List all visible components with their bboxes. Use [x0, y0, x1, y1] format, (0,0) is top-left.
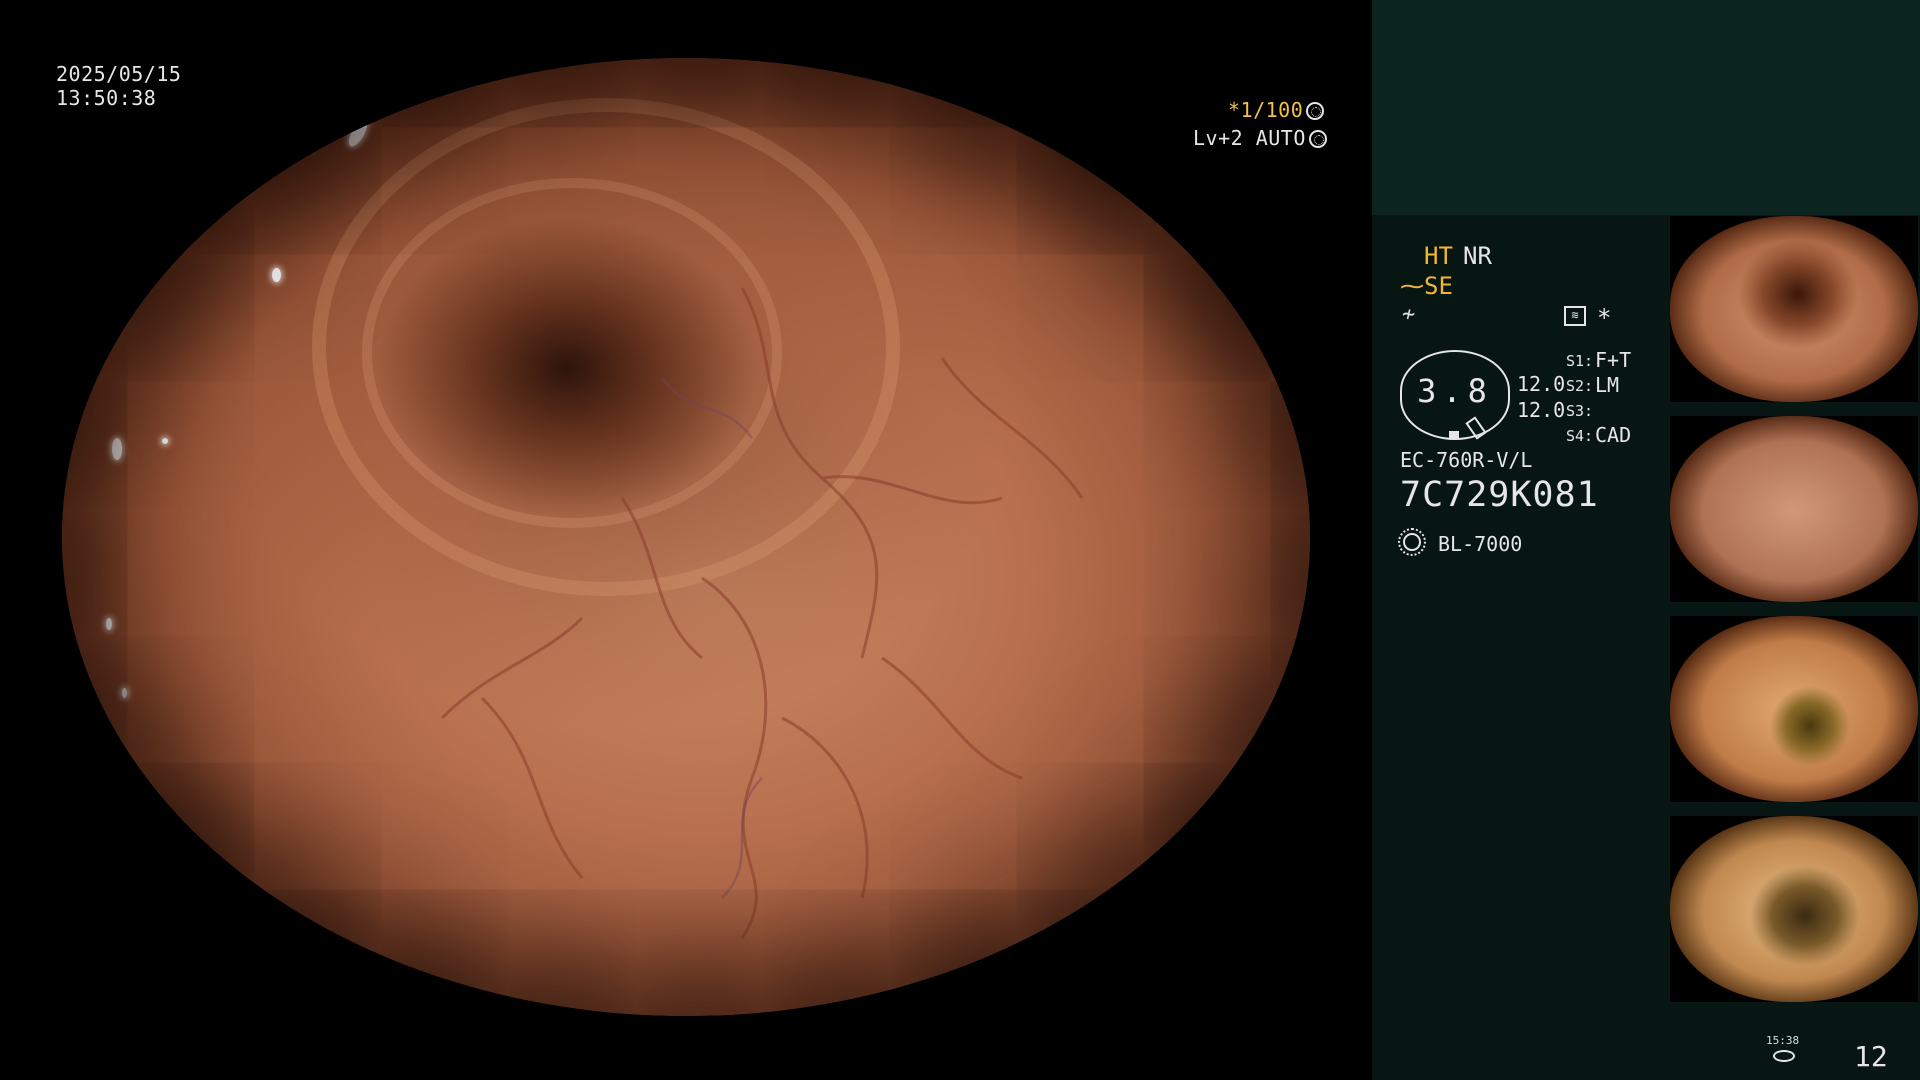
switch-key-4: S4: — [1566, 427, 1594, 445]
zoom-value: 3.8 — [1417, 372, 1493, 410]
se-label: SE — [1424, 272, 1453, 300]
image-count: 12 — [1854, 1040, 1888, 1073]
mucosal-fold — [312, 98, 900, 596]
endoscope-main-view: 2025/05/15 13:50:38 *1/100 Lv+2 AUTO — [0, 0, 1372, 1080]
captured-thumbnail-1[interactable] — [1670, 216, 1918, 402]
mucosal-fold — [362, 178, 782, 528]
asterisk-icon: * — [1597, 304, 1612, 332]
iris-icon — [1308, 130, 1327, 148]
ht-indicator: HT — [1424, 242, 1453, 270]
captured-thumbnail-3[interactable] — [1670, 616, 1918, 802]
zoom-value-2: 12.0 — [1517, 398, 1566, 422]
light-reflection — [112, 438, 122, 460]
light-reflection — [106, 618, 112, 630]
thumbnail-image — [1670, 616, 1918, 802]
nr-indicator: NR — [1463, 242, 1492, 270]
switch-key-2: S2: — [1566, 377, 1594, 395]
function-icon: ≁ — [1402, 302, 1416, 327]
captured-thumbnail-4[interactable] — [1670, 816, 1918, 1002]
captured-thumbnail-2[interactable] — [1670, 416, 1918, 602]
light-reflection — [422, 78, 430, 86]
thumbnail-image — [1670, 416, 1918, 602]
aperture-icon — [1306, 102, 1325, 120]
shutter-label: *1/100 — [1228, 98, 1304, 122]
light-source-model: BL-7000 — [1438, 532, 1523, 556]
light-reflection — [482, 68, 489, 75]
light-reflection — [122, 688, 127, 698]
switch-value-2: LM — [1595, 373, 1620, 397]
vessel-network — [440, 287, 1084, 939]
scope-model: EC-760R-V/L — [1400, 448, 1533, 472]
brightness-level: Lv+2 AUTO — [1193, 126, 1327, 150]
scope-serial: 7C729K081 — [1400, 475, 1599, 515]
shutter-speed: *1/100 — [1228, 98, 1325, 122]
disk-icon — [1773, 1050, 1795, 1062]
level-label: Lv+2 AUTO — [1193, 126, 1306, 150]
light-reflection — [272, 268, 281, 282]
exam-time: 13:50:38 — [56, 86, 157, 110]
switch-key-3: S3: — [1566, 402, 1594, 420]
switch-value-4: CAD — [1595, 423, 1632, 447]
switch-value-1: F+T — [1595, 348, 1632, 372]
light-reflection — [302, 58, 316, 70]
switch-key-1: S1: — [1566, 352, 1594, 370]
record-time: 15:38 — [1766, 1034, 1800, 1047]
zoom-marker — [1449, 431, 1459, 438]
enhancement-icon: ⁓ — [1400, 272, 1424, 300]
exam-date: 2025/05/15 — [56, 62, 182, 86]
zoom-value-1: 12.0 — [1517, 372, 1566, 396]
endoscopic-image — [62, 58, 1310, 1016]
light-reflection — [162, 438, 168, 444]
thumbnail-image — [1670, 216, 1918, 402]
se-indicator: ⁓SE — [1400, 272, 1453, 300]
info-panel-header-area — [1372, 0, 1920, 215]
light-source-bulb — [1403, 533, 1421, 551]
menu-icon: ≋ — [1564, 306, 1586, 326]
thumbnail-image — [1670, 816, 1918, 1002]
